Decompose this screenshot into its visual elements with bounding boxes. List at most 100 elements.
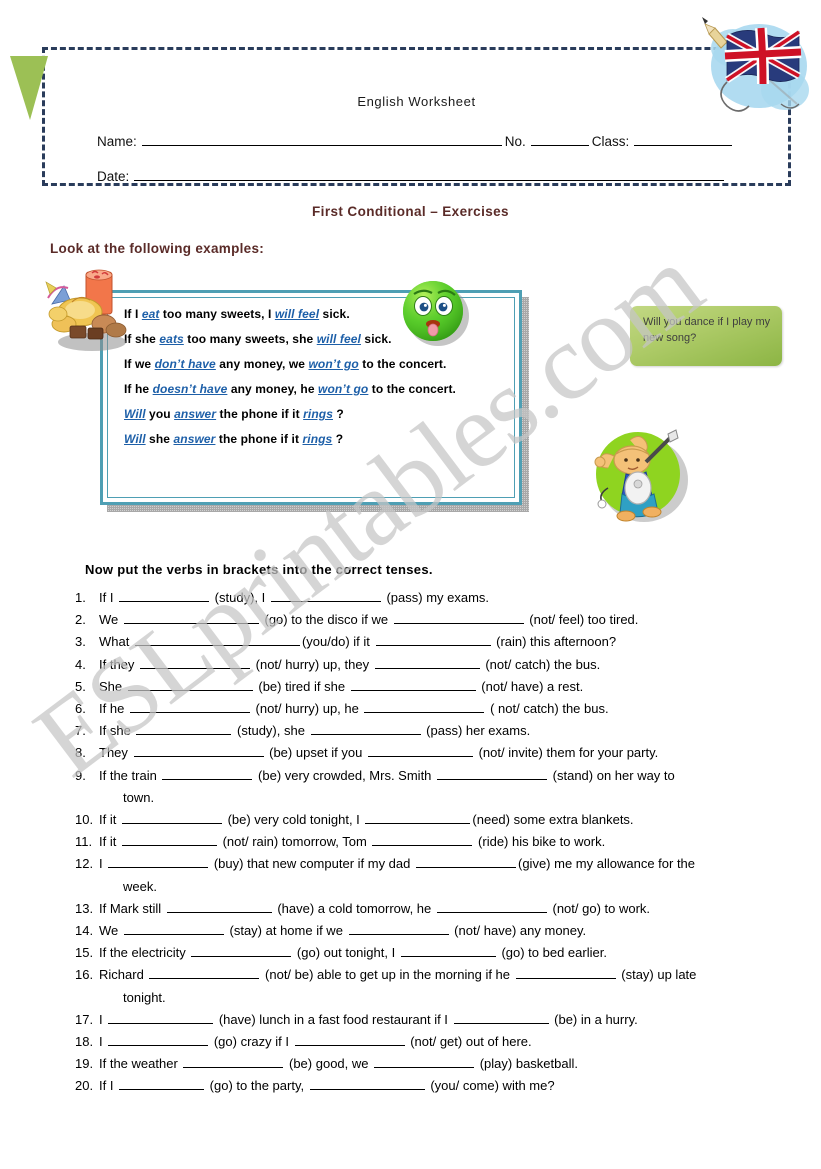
answer-blank[interactable] [270,589,381,602]
answer-blank[interactable] [515,966,616,980]
answer-blank[interactable] [374,656,480,669]
answer-blank[interactable] [365,811,471,825]
answer-blank[interactable] [127,678,253,691]
answer-blank[interactable] [133,744,264,758]
worksheet-header-box: English Worksheet Name: No. Class: Date: [42,47,791,186]
exercise-item-number: 12. [75,856,94,872]
exercise-item: 6. If he (not/ hurry) up, he ( not/ catch… [75,698,795,720]
answer-blank[interactable] [166,900,272,913]
exercise-item: 10. If it (be) very cold tonight, I (need… [75,809,795,831]
answer-blank[interactable] [119,589,210,602]
exercise-item-text: I (have) lunch in a fast food restaurant… [99,1011,638,1027]
exercise-item-continuation: town. [123,789,155,805]
answer-blank[interactable] [364,700,485,714]
exercise-item-text: If the train (be) very crowded, Mrs. Smi… [99,765,795,809]
answer-blank[interactable] [372,833,473,847]
date-input-rule[interactable] [134,169,725,181]
answer-blank[interactable] [123,611,259,625]
exercise-item-text: If the weather (be) good, we (play) bask… [99,1055,578,1072]
exercise-item: 8. They (be) upset if you (not/ invite) t… [75,742,795,764]
verb-highlight: rings [302,432,333,446]
exercise-item-number: 5. [75,678,86,694]
answer-blank[interactable] [350,678,476,691]
answer-blank[interactable] [294,1033,405,1047]
answer-blank[interactable] [400,944,496,958]
jester-guitar-icon [590,424,692,526]
answer-blank[interactable] [183,1055,284,1069]
exercise-item: 7. If she (study), she (pass) her exams. [75,720,795,742]
name-input-rule[interactable] [141,134,502,146]
class-input-rule[interactable] [634,134,733,146]
exercise-item: 19. If the weather (be) good, we (play) b… [75,1053,795,1075]
exercise-item: 5. She (be) tired if she (not/ have) a re… [75,676,795,698]
answer-blank[interactable] [108,1033,209,1047]
answer-blank[interactable] [119,1077,205,1091]
example-line: If we don’t have any money, we won’t go … [124,357,447,371]
answer-blank[interactable] [436,900,547,913]
examples-heading: Look at the following examples: [50,241,265,256]
exercise-item-number: 7. [75,723,86,739]
answer-blank[interactable] [437,767,548,780]
exercise-item-text: If he (not/ hurry) up, he ( not/ catch) … [99,700,609,717]
name-label: Name: [97,134,137,149]
answer-blank[interactable] [140,656,251,669]
exercise-item: 1. If I (study), I (pass) my exams. [75,587,795,609]
exercise-item: 11. If it (not/ rain) tomorrow, Tom (ride… [75,831,795,853]
exercise-item-continuation: tonight. [123,989,166,1005]
answer-blank[interactable] [191,944,292,958]
exercise-item-number: 14. [75,923,94,939]
page-title: English Worksheet [357,94,476,109]
exercise-item-text: What (you/do) if it (rain) this afternoo… [99,633,617,650]
exercise-item-number: 8. [75,745,86,761]
answer-blank[interactable] [309,1077,425,1091]
exercise-item-number: 20. [75,1078,94,1094]
verb-highlight: rings [303,407,333,421]
exercise-item-text: She (be) tired if she (not/ have) a rest… [99,678,584,694]
exercise-item-text: If the electricity (go) out tonight, I (… [99,944,607,961]
answer-blank[interactable] [129,700,250,714]
verb-highlight: answer [174,407,217,421]
exercise-item-text: If I (study), I (pass) my exams. [99,589,490,605]
sick-green-smiley-icon [399,276,471,348]
answer-blank[interactable] [162,767,253,780]
exercise-item-number: 16. [75,967,94,983]
answer-blank[interactable] [393,611,524,625]
no-input-rule[interactable] [530,134,589,146]
answer-blank[interactable] [136,722,232,736]
answer-blank[interactable] [310,722,421,736]
answer-blank[interactable] [375,633,491,647]
answer-blank[interactable] [149,966,260,980]
example-line: Will she answer the phone if it rings ? [124,432,344,446]
answer-blank[interactable] [367,744,473,758]
answer-blank[interactable] [374,1055,475,1069]
exercise-item-number: 2. [75,612,86,628]
answer-blank[interactable] [121,811,222,825]
exercise-list: 1. If I (study), I (pass) my exams. 2. We (… [75,587,795,1098]
answer-blank[interactable] [108,1011,214,1024]
verb-highlight: eat [141,307,160,321]
date-label: Date: [97,169,130,184]
exercise-item-text: If it (not/ rain) tomorrow, Tom (ride) h… [99,833,606,850]
exercise-item-number: 13. [75,900,94,916]
speech-bubble: Will you dance if I play my new song? [630,306,782,366]
no-label: No. [504,134,526,149]
answer-blank[interactable] [416,855,516,869]
answer-blank[interactable] [453,1011,549,1024]
exercise-item: 12. I (buy) that new computer if my dad (… [75,853,795,897]
answer-blank[interactable] [348,922,449,936]
answer-blank[interactable] [121,833,217,847]
speech-bubble-tail [10,56,48,120]
exercise-item-text: We (go) to the disco if we (not/ feel) t… [99,611,639,628]
verb-highlight: won’t go [308,357,359,371]
answer-blank[interactable] [108,855,209,869]
answer-blank[interactable] [134,633,300,647]
exercise-item-continuation: week. [123,878,157,894]
example-line: Will you answer the phone if it rings ? [124,407,344,421]
exercise-item-number: 9. [75,767,86,783]
exercise-item-number: 18. [75,1034,94,1050]
exercise-item-number: 1. [75,590,86,605]
verb-highlight: Will [124,407,146,421]
exercise-item: 16. Richard (not/ be) able to get up in t… [75,964,795,1008]
verb-highlight: will feel [274,307,320,321]
answer-blank[interactable] [123,922,224,936]
